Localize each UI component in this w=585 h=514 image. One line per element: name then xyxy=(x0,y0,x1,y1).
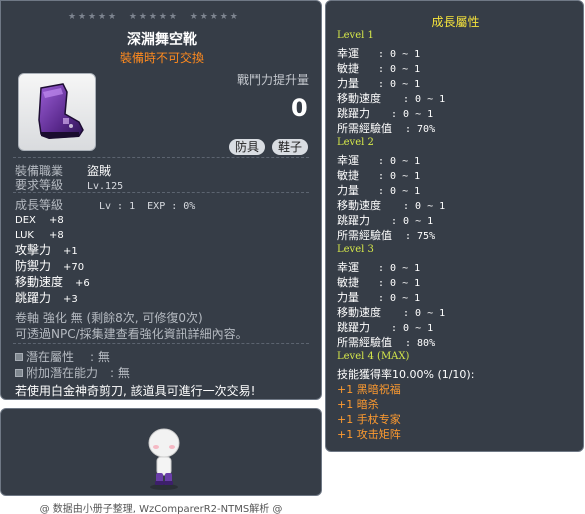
divider xyxy=(13,343,309,344)
category-tag-shoes: 鞋子 xyxy=(272,139,309,155)
growth-stat: 跳躍力: 0 ~ 1 xyxy=(337,321,434,334)
growth-level-label: 成長等級 xyxy=(15,198,64,212)
growth-stat: 所需經驗值: 75% xyxy=(337,229,436,242)
character-preview-panel xyxy=(0,408,322,496)
skill-bonus: +1 手杖专家 xyxy=(337,413,401,426)
stat-value: +1 xyxy=(63,246,78,257)
skill-bonus: +1 暗杀 xyxy=(337,398,379,411)
growth-level-value: Lv : 1 EXP : 0% xyxy=(99,201,196,212)
potential-bullet-icon xyxy=(15,353,23,361)
stat-value: +8 xyxy=(49,230,64,241)
stat-row: 移動速度 +6 xyxy=(15,273,90,290)
stat-label: DEX xyxy=(15,215,36,226)
skill-bonus: +1 攻击矩阵 xyxy=(337,428,401,441)
trade-restriction: 裝備時不可交換 xyxy=(119,51,204,65)
footer-credit: @ 数据由小册子整理, WzComparerR2-NTMS解析 @ xyxy=(39,504,283,514)
item-tooltip-panel: ★ ★ ★ ★ ★ ★ ★ ★ ★ ★ ★ ★ ★ ★ ★ 深淵舞空靴 裝備時不可交換 戰鬥力提升量 0… xyxy=(0,0,322,400)
divider xyxy=(13,157,309,158)
stat-value: +3 xyxy=(63,294,78,305)
stat-value: +70 xyxy=(63,262,85,273)
stat-row: 攻擊力 +1 xyxy=(15,241,78,258)
potential-row: 潛在屬性 : 無 xyxy=(15,348,110,365)
growth-stat: 敏捷: 0 ~ 1 xyxy=(337,276,421,289)
growth-stat: 力量: 0 ~ 1 xyxy=(337,291,421,304)
level-heading: Level 3 xyxy=(337,244,374,255)
item-name: 深淵舞空靴 xyxy=(127,32,197,48)
additional-potential-row: 附加潛在能力 : 無 xyxy=(15,364,130,381)
growth-attributes-panel: 成長屬性 Level 1 幸運: 0 ~ 1 敏捷: 0 ~ 1 力量: 0 ~… xyxy=(325,0,584,452)
growth-stat: 移動速度: 0 ~ 1 xyxy=(337,306,446,319)
growth-stat: 移動速度: 0 ~ 1 xyxy=(337,92,446,105)
additional-potential-bullet-icon xyxy=(15,369,23,377)
level-heading: Level 4 (MAX) xyxy=(337,351,410,362)
stat-row: DEX +8 xyxy=(15,212,64,226)
growth-stat: 所需經驗值: 70% xyxy=(337,122,436,135)
stat-row: 防禦力 +70 xyxy=(15,257,84,274)
level-heading: Level 1 xyxy=(337,30,374,41)
growth-stat: 幸運: 0 ~ 1 xyxy=(337,261,421,274)
growth-stat: 敏捷: 0 ~ 1 xyxy=(337,169,421,182)
potential-label: 潛在屬性 xyxy=(26,350,75,364)
enhance-hint: 可透過NPC/採集建查看強化資訊詳細內容。 xyxy=(15,327,248,341)
skill-bonus: +1 黑暗祝福 xyxy=(337,383,401,396)
stat-value: +8 xyxy=(49,215,64,226)
additional-potential-label: 附加潛在能力 xyxy=(26,366,99,380)
growth-stat: 幸運: 0 ~ 1 xyxy=(337,154,421,167)
stat-row: 跳躍力 +3 xyxy=(15,289,78,306)
level-label: 要求等級 xyxy=(15,178,64,192)
purple-boots-icon xyxy=(38,83,84,139)
growth-stat: 力量: 0 ~ 1 xyxy=(337,77,421,90)
potential-value: : 無 xyxy=(90,350,110,364)
stat-label: 攻擊力 xyxy=(15,243,52,257)
growth-stat: 跳躍力: 0 ~ 1 xyxy=(337,107,434,120)
level-value: Lv.125 xyxy=(87,181,124,192)
growth-stat: 跳躍力: 0 ~ 1 xyxy=(337,214,434,227)
growth-panel-title: 成長屬性 xyxy=(431,15,480,29)
combat-power-label: 戰鬥力提升量 xyxy=(237,73,310,87)
growth-stat: 所需經驗值: 80% xyxy=(337,336,436,349)
combat-power-value: 0 xyxy=(291,94,308,122)
stat-label: 移動速度 xyxy=(15,275,64,289)
stat-row: LUK +8 xyxy=(15,227,64,241)
level-requirement: 要求等級 Lv.125 xyxy=(15,176,123,193)
growth-stat: 幸運: 0 ~ 1 xyxy=(337,47,421,60)
stat-label: 防禦力 xyxy=(15,259,52,273)
growth-stat: 敏捷: 0 ~ 1 xyxy=(337,62,421,75)
growth-stat: 力量: 0 ~ 1 xyxy=(337,184,421,197)
stat-label: LUK xyxy=(15,230,34,241)
growth-level-row: 成長等級 Lv : 1 EXP : 0% xyxy=(15,196,195,213)
enhance-info: 卷軸 強化 無 (剩餘8次, 可修復0次) xyxy=(15,311,203,325)
growth-stat: 移動速度: 0 ~ 1 xyxy=(337,199,446,212)
level-heading: Level 2 xyxy=(337,137,374,148)
scissors-notice: 若使用白金神奇剪刀, 該道具可進行一次交易! xyxy=(15,384,256,398)
stat-label: 跳躍力 xyxy=(15,291,52,305)
category-tag-armor: 防具 xyxy=(229,139,266,155)
stat-value: +6 xyxy=(75,278,90,289)
additional-potential-value: : 無 xyxy=(110,366,130,380)
star-force-stars: ★ ★ ★ ★ ★ ★ ★ ★ ★ ★ ★ ★ ★ ★ ★ xyxy=(67,12,238,22)
item-icon-frame xyxy=(18,73,96,151)
divider xyxy=(13,192,309,193)
character-preview-icon xyxy=(148,428,180,490)
skill-rate: 技能獲得率10.00% (1/10): xyxy=(337,368,475,381)
